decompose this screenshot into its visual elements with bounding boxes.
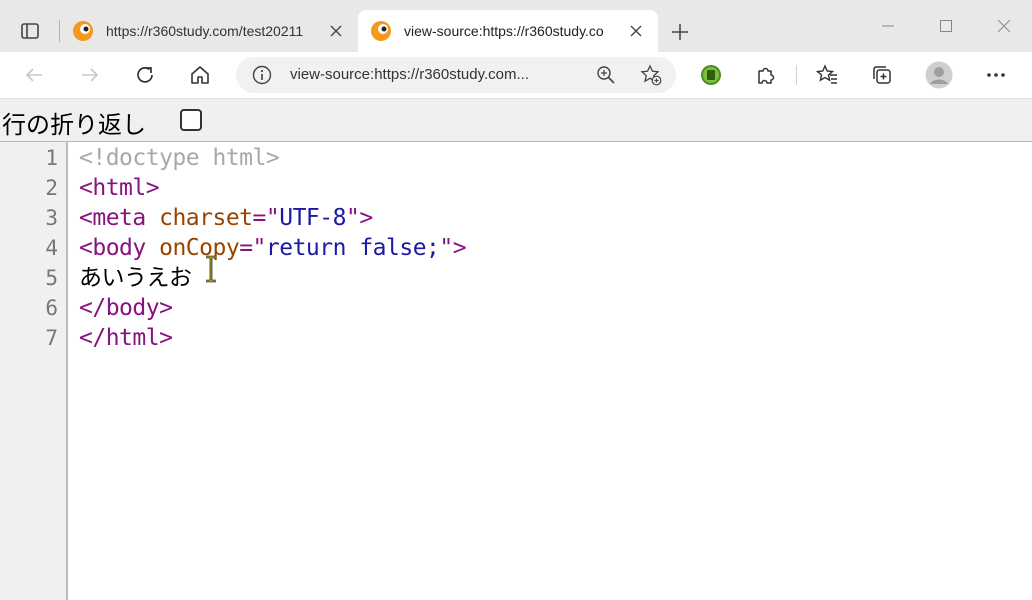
back-button[interactable] <box>18 59 50 91</box>
source-line: 2 <html> <box>0 173 1032 203</box>
extension-button-green[interactable] <box>695 59 727 91</box>
address-url: view-source:https://r360study.com... <box>290 66 529 83</box>
profile-button[interactable] <box>923 59 955 91</box>
code-token-tag: <html> <box>79 175 160 201</box>
favicon-icon <box>371 21 391 41</box>
favorites-button[interactable] <box>811 59 843 91</box>
source-line: 4 <body onCopy="return false;"> <box>0 233 1032 263</box>
collections-button[interactable] <box>866 59 898 91</box>
line-wrap-bar: 行の折り返し <box>0 99 1032 142</box>
zoom-icon[interactable] <box>596 65 616 85</box>
line-code: <!doctype html> <box>79 143 280 173</box>
tab-1[interactable]: https://r360study.com/test20211 <box>60 10 358 52</box>
home-icon <box>191 66 209 84</box>
code-token-tag: =" <box>252 205 280 231</box>
refresh-button[interactable] <box>129 59 161 91</box>
tab-actions-icon <box>21 23 39 39</box>
code-token-tag: <meta <box>79 205 160 231</box>
maximize-icon <box>940 20 952 32</box>
line-number: 4 <box>45 236 58 260</box>
source-line: 5 あいうえお <box>0 263 1032 293</box>
close-icon <box>998 20 1010 32</box>
minimize-icon <box>882 25 894 27</box>
line-code: <meta charset="UTF-8"> <box>79 203 373 233</box>
text-cursor-icon <box>206 255 216 283</box>
line-number: 7 <box>45 326 58 350</box>
code-token-tag: <body <box>79 235 160 261</box>
tab-close-button[interactable] <box>624 19 648 43</box>
refresh-icon <box>137 67 153 83</box>
code-token-tag: </html> <box>79 325 173 351</box>
code-token-val: return false; <box>265 235 440 261</box>
forward-button[interactable] <box>74 59 106 91</box>
tab-title: view-source:https://r360study.co <box>404 23 604 39</box>
source-line: 3 <meta charset="UTF-8"> <box>0 203 1032 233</box>
line-number: 3 <box>45 206 58 230</box>
source-line: 6 </body> <box>0 293 1032 323</box>
close-icon <box>330 25 342 37</box>
add-favorite-icon[interactable] <box>640 64 662 86</box>
tab-2-active[interactable]: view-source:https://r360study.co <box>358 10 658 52</box>
code-token-text: あいうえお <box>79 265 192 291</box>
maximize-button[interactable] <box>926 8 966 44</box>
info-icon[interactable] <box>252 65 272 85</box>
extensions-button[interactable] <box>750 59 782 91</box>
code-token-comment: <!doctype html> <box>79 145 280 171</box>
tab-actions-button[interactable] <box>10 14 50 48</box>
line-number: 5 <box>45 266 58 290</box>
more-icon <box>987 73 1005 77</box>
source-line: 7 </html> <box>0 323 1032 353</box>
line-code: </html> <box>79 323 173 353</box>
new-tab-button[interactable] <box>666 18 694 46</box>
code-token-attr: charset <box>159 205 253 231</box>
close-window-button[interactable] <box>984 8 1024 44</box>
minimize-button[interactable] <box>868 8 908 44</box>
line-number: 1 <box>45 146 58 170</box>
toolbar-divider <box>796 65 797 85</box>
favorites-icon <box>816 64 837 84</box>
line-code: <html> <box>79 173 160 203</box>
profile-icon <box>925 61 953 89</box>
back-icon <box>25 68 42 82</box>
code-token-tag: =" <box>239 235 266 261</box>
tab-title: https://r360study.com/test20211 <box>106 23 304 39</box>
line-number: 2 <box>45 176 58 200</box>
browser-toolbar: view-source:https://r360study.com... <box>0 52 1032 99</box>
extension-green-icon <box>701 65 721 85</box>
tab-close-button[interactable] <box>324 19 348 43</box>
source-line: 1 <!doctype html> <box>0 143 1032 173</box>
title-bar: https://r360study.com/test20211 view-sou… <box>0 0 1032 52</box>
line-wrap-checkbox[interactable] <box>180 109 202 131</box>
line-code: <body onCopy="return false;"> <box>79 233 467 263</box>
close-icon <box>630 25 642 37</box>
forward-icon <box>82 68 99 82</box>
code-token-tag: "> <box>439 235 467 261</box>
plus-icon <box>672 24 688 40</box>
home-button[interactable] <box>184 59 216 91</box>
line-wrap-label: 行の折り返し <box>2 111 146 139</box>
line-code: </body> <box>79 293 173 323</box>
line-code: あいうえお <box>79 263 192 293</box>
address-bar[interactable]: view-source:https://r360study.com... <box>236 57 676 93</box>
code-token-tag: </body> <box>79 295 173 321</box>
code-token-val: UTF-8 <box>279 205 346 231</box>
more-button[interactable] <box>980 59 1012 91</box>
collections-icon <box>873 66 891 84</box>
code-token-tag: "> <box>345 205 373 231</box>
puzzle-icon <box>758 67 775 84</box>
code-token-attr: onCopy <box>159 235 240 261</box>
line-number: 6 <box>45 296 58 320</box>
favicon-icon <box>73 21 93 41</box>
